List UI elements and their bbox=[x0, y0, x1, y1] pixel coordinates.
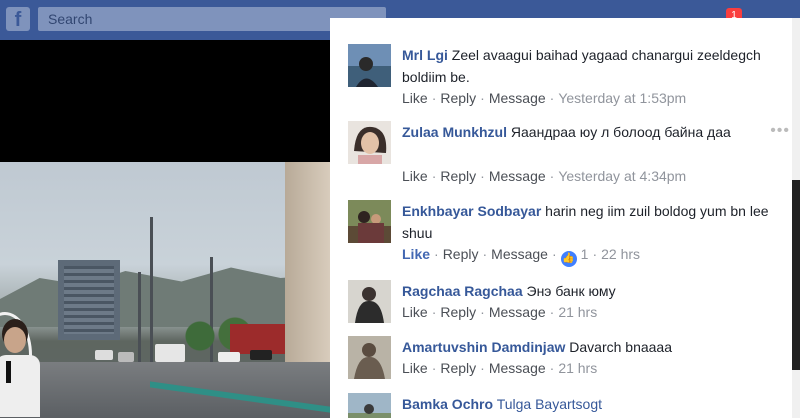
comment-text: Яаандраа юу л болоод байна даа bbox=[510, 124, 731, 140]
message-button[interactable]: Message bbox=[489, 90, 546, 106]
comment-timestamp[interactable]: 22 hrs bbox=[601, 246, 640, 262]
video-car bbox=[250, 350, 272, 360]
comment-timestamp[interactable]: 21 hrs bbox=[558, 304, 597, 320]
video-mountains bbox=[0, 267, 330, 327]
comment-author-link[interactable]: Amartuvshin Damdinjaw bbox=[402, 339, 565, 355]
comment-body: Zulaa Munkhzul Яаандраа юу л болоод байн… bbox=[402, 121, 762, 143]
video-car bbox=[95, 350, 113, 360]
reply-button[interactable]: Reply bbox=[440, 168, 476, 184]
comment-timestamp[interactable]: Yesterday at 1:53pm bbox=[558, 90, 686, 106]
video-street-pole bbox=[150, 217, 153, 367]
comment-actions: Like · Reply · Message · 21 hrs bbox=[402, 360, 598, 376]
comment-body: Ragchaa Ragchaa Энэ банк юму bbox=[402, 280, 782, 302]
comments-scrollbar-thumb[interactable] bbox=[792, 180, 800, 370]
like-button[interactable]: Like bbox=[402, 90, 428, 106]
reply-button[interactable]: Reply bbox=[440, 90, 476, 106]
reply-button[interactable]: Reply bbox=[440, 304, 476, 320]
comment-author-link[interactable]: Mrl Lgi bbox=[402, 47, 448, 63]
message-button[interactable]: Message bbox=[489, 360, 546, 376]
comment-text: Davarch bnaaaa bbox=[569, 339, 673, 355]
like-button[interactable]: Like bbox=[402, 168, 428, 184]
comments-panel: Mrl Lgi Zeel avaagui baihad yagaad chana… bbox=[330, 18, 800, 418]
thumbs-up-icon[interactable]: 👍 bbox=[560, 251, 577, 267]
video-reporter bbox=[0, 317, 42, 417]
avatar[interactable] bbox=[348, 393, 391, 418]
reply-button[interactable]: Reply bbox=[443, 246, 479, 262]
avatar[interactable] bbox=[348, 336, 391, 379]
avatar[interactable] bbox=[348, 44, 391, 87]
message-button[interactable]: Message bbox=[491, 246, 548, 262]
like-button[interactable]: Like bbox=[402, 304, 428, 320]
video-road bbox=[0, 362, 330, 418]
more-options-icon[interactable]: ••• bbox=[770, 122, 790, 140]
comment-author-link[interactable]: Bamka Ochro bbox=[402, 396, 493, 412]
avatar[interactable] bbox=[348, 280, 391, 323]
comment-actions: Like · Reply · Message · Yesterday at 4:34pm bbox=[402, 168, 687, 184]
avatar[interactable] bbox=[348, 200, 391, 243]
reply-button[interactable]: Reply bbox=[440, 360, 476, 376]
video-street-pole bbox=[138, 272, 141, 367]
comment-body: Enkhbayar Sodbayar harin neg iim zuil bo… bbox=[402, 200, 772, 244]
video-bus bbox=[155, 344, 185, 362]
comment-body: Amartuvshin Damdinjaw Davarch bnaaaa bbox=[402, 336, 782, 358]
comment-author-link[interactable]: Zulaa Munkhzul bbox=[402, 124, 507, 140]
video-car bbox=[218, 352, 240, 362]
comment-text[interactable]: Tulga Bayartsogt bbox=[497, 396, 602, 412]
like-button[interactable]: Like bbox=[402, 360, 428, 376]
comment-actions: Like · Reply · Message · 21 hrs bbox=[402, 304, 598, 320]
video-tower-building bbox=[58, 260, 120, 340]
video-letterbox bbox=[0, 40, 330, 162]
message-button[interactable]: Message bbox=[489, 304, 546, 320]
comment-timestamp[interactable]: 21 hrs bbox=[558, 360, 597, 376]
comment-body: Mrl Lgi Zeel avaagui baihad yagaad chana… bbox=[402, 44, 782, 88]
comment-text: Zeel avaagui baihad yagaad chanargui zee… bbox=[402, 47, 761, 85]
microphone-icon bbox=[6, 361, 11, 383]
video-car bbox=[118, 352, 134, 362]
facebook-logo-icon[interactable]: f bbox=[6, 7, 30, 31]
comment-timestamp[interactable]: Yesterday at 4:34pm bbox=[558, 168, 686, 184]
video-building bbox=[285, 162, 330, 372]
comment-author-link[interactable]: Enkhbayar Sodbayar bbox=[402, 203, 541, 219]
like-button[interactable]: Like bbox=[402, 246, 430, 262]
comment-body: Bamka Ochro Tulga Bayartsogt bbox=[402, 393, 782, 415]
comment-author-link[interactable]: Ragchaa Ragchaa bbox=[402, 283, 523, 299]
comment-actions: Like · Reply · Message · 👍 1 · 22 hrs bbox=[402, 246, 640, 267]
comment-actions: Like · Reply · Message · Yesterday at 1:53pm bbox=[402, 90, 687, 106]
avatar[interactable] bbox=[348, 121, 391, 164]
video-frame[interactable] bbox=[0, 162, 330, 418]
comment-text: Энэ банк юму bbox=[526, 283, 616, 299]
message-button[interactable]: Message bbox=[489, 168, 546, 184]
